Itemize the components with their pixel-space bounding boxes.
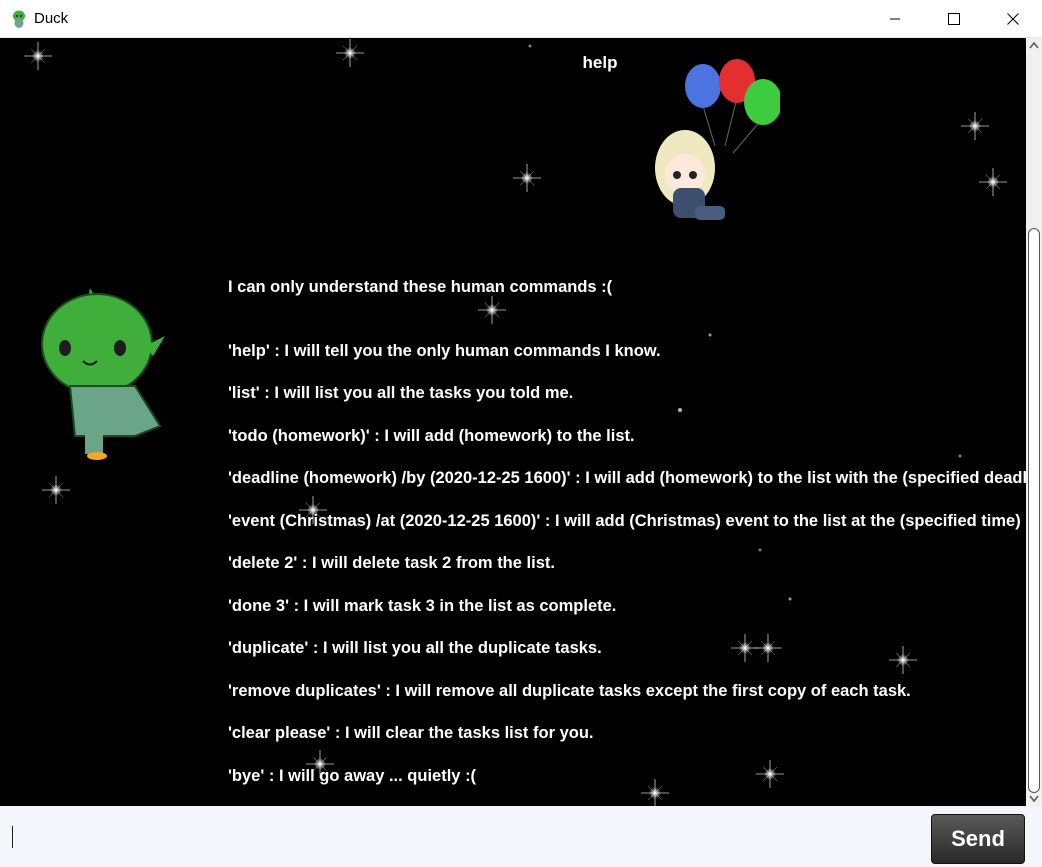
user-message: help: [582, 53, 618, 72]
vertical-scrollbar[interactable]: [1026, 38, 1042, 806]
command-line-list: 'list' : I will list you all the tasks y…: [228, 384, 574, 402]
close-icon: [1007, 13, 1019, 25]
user-avatar: [655, 59, 780, 220]
maximize-button[interactable]: [925, 0, 983, 38]
duck-avatar: [41, 288, 165, 460]
command-input[interactable]: [0, 806, 925, 867]
command-line-todo: 'todo (homework)' : I will add (homework…: [228, 427, 635, 445]
input-bar: Send: [0, 806, 1042, 867]
command-line-event: 'event (Christmas) /at (2020-12-25 1600)…: [228, 512, 1021, 530]
send-button[interactable]: Send: [931, 814, 1025, 864]
duck-response-header: I can only understand these human comman…: [228, 278, 613, 296]
duck-app-icon: [13, 10, 25, 28]
scroll-up-icon[interactable]: [1029, 40, 1039, 50]
scroll-down-icon[interactable]: [1029, 794, 1039, 804]
minimize-button[interactable]: [866, 0, 924, 38]
command-line-clear: 'clear please' : I will clear the tasks …: [228, 724, 594, 742]
window-title: Duck: [34, 10, 69, 27]
command-line-remove-duplicates: 'remove duplicates' : I will remove all …: [228, 682, 911, 700]
command-line-done: 'done 3' : I will mark task 3 in the lis…: [228, 597, 617, 615]
command-line-duplicate: 'duplicate' : I will list you all the du…: [228, 639, 602, 657]
chat-scroll-pane[interactable]: help I can only understand these human c…: [0, 38, 1026, 806]
command-line-help: 'help' : I will tell you the only human …: [228, 342, 661, 360]
text-caret: [12, 826, 13, 848]
close-button[interactable]: [984, 0, 1042, 38]
title-bar: Duck: [0, 0, 1042, 38]
command-line-delete: 'delete 2' : I will delete task 2 from t…: [228, 554, 555, 572]
command-line-deadline: 'deadline (homework) /by (2020-12-25 160…: [228, 469, 1026, 487]
maximize-icon: [948, 13, 960, 25]
minimize-icon: [890, 18, 900, 20]
scrollbar-thumb[interactable]: [1028, 228, 1040, 793]
command-line-bye: 'bye' : I will go away ... quietly :(: [228, 767, 477, 785]
